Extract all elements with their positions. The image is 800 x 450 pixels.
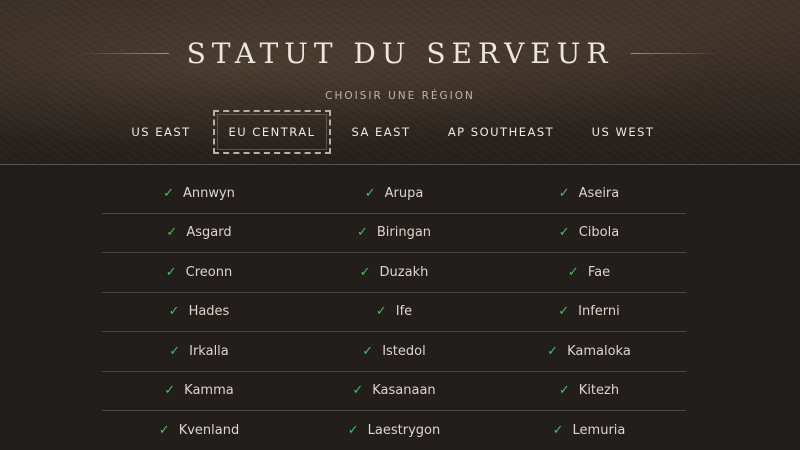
server-status-item: ✓ Kitezh xyxy=(492,372,686,410)
server-status-item: ✓ Annwyn xyxy=(102,174,296,212)
server-status-item: ✓ Laestrygon xyxy=(297,411,491,449)
check-icon: ✓ xyxy=(168,304,180,319)
server-name: Cibola xyxy=(578,225,620,240)
title-rule-left xyxy=(76,52,169,54)
title-bar: STATUT DU SERVEUR xyxy=(0,30,800,76)
region-picker-label: CHOISIR UNE RÉGION xyxy=(325,90,475,102)
server-name: Irkalla xyxy=(189,343,229,359)
server-name: Ife xyxy=(395,304,413,319)
check-icon: ✓ xyxy=(567,264,579,280)
title-rule-right xyxy=(631,52,724,54)
tab-us-east[interactable]: US EAST xyxy=(120,110,202,154)
server-status-item: ✓ Creonn xyxy=(102,253,296,291)
check-icon: ✓ xyxy=(163,185,174,201)
check-icon: ✓ xyxy=(347,422,359,438)
server-status-item: ✓ Duzakh xyxy=(297,253,491,291)
check-icon: ✓ xyxy=(558,383,570,398)
server-name: Kamaloka xyxy=(567,343,631,359)
check-icon: ✓ xyxy=(356,225,368,240)
server-status-item: ✓ Fae xyxy=(492,253,686,291)
tab-us-west[interactable]: US WEST xyxy=(582,110,664,154)
check-icon: ✓ xyxy=(558,304,570,319)
server-row: ✓ Kamma ✓ Kasanaan ✓ Kitezh xyxy=(102,372,686,411)
server-status-item: ✓ Kasanaan xyxy=(297,372,491,410)
server-name: Istedol xyxy=(382,343,426,359)
server-name: Hades xyxy=(188,304,230,319)
tab-ap-southeast[interactable]: AP SOUTHEAST xyxy=(440,110,562,154)
server-name: Arupa xyxy=(384,185,424,201)
check-icon: ✓ xyxy=(169,343,181,359)
check-icon: ✓ xyxy=(166,225,178,240)
server-status-item: ✓ Asgard xyxy=(102,214,296,252)
server-name: Biringan xyxy=(376,225,432,240)
check-icon: ✓ xyxy=(364,185,376,201)
server-status-item: ✓ Inferni xyxy=(492,293,686,331)
server-status-item: ✓ Irkalla xyxy=(102,332,296,370)
server-row: ✓ Asgard ✓ Biringan ✓ Cibola xyxy=(102,214,686,253)
server-status-item: ✓ Cibola xyxy=(492,214,686,252)
server-status-item: ✓ Biringan xyxy=(297,214,491,252)
check-icon: ✓ xyxy=(352,383,364,398)
server-name: Kasanaan xyxy=(372,383,436,398)
server-status-page: STATUT DU SERVEUR CHOISIR UNE RÉGION US … xyxy=(0,0,800,450)
page-title: STATUT DU SERVEUR xyxy=(186,36,614,70)
server-name: Lemuria xyxy=(572,422,626,438)
check-icon: ✓ xyxy=(362,343,374,359)
check-icon: ✓ xyxy=(547,343,559,359)
server-name: Kvenland xyxy=(178,422,240,438)
server-name: Kamma xyxy=(184,383,234,398)
server-row: ✓ Irkalla ✓ Istedol ✓ Kamaloka xyxy=(102,332,686,372)
server-row: ✓ Hades ✓ Ife ✓ Inferni xyxy=(102,293,686,332)
server-name: Fae xyxy=(587,264,611,280)
check-icon: ✓ xyxy=(359,264,371,280)
server-name: Aseira xyxy=(578,185,620,201)
server-list: ✓ Annwyn ✓ Arupa ✓ Aseira ✓ Asgard ✓ Biringan ✓ Cib… xyxy=(102,174,686,450)
server-name: Kitezh xyxy=(578,383,620,398)
tab-sa-east[interactable]: SA EAST xyxy=(342,110,420,154)
server-name: Duzakh xyxy=(379,264,429,280)
server-status-item: ✓ Hades xyxy=(102,293,296,331)
server-status-item: ✓ Istedol xyxy=(297,332,491,370)
server-status-item: ✓ Ife xyxy=(297,293,491,331)
server-name: Annwyn xyxy=(182,185,235,201)
server-name: Laestrygon xyxy=(367,422,441,438)
check-icon: ✓ xyxy=(558,185,570,201)
server-status-item: ✓ Aseira xyxy=(492,174,686,212)
server-name: Asgard xyxy=(186,225,232,240)
header-banner: STATUT DU SERVEUR CHOISIR UNE RÉGION US … xyxy=(0,0,800,165)
server-status-item: ✓ Kamaloka xyxy=(492,332,686,370)
check-icon: ✓ xyxy=(552,422,564,438)
server-row: ✓ Creonn ✓ Duzakh ✓ Fae xyxy=(102,253,686,293)
server-status-item: ✓ Kamma xyxy=(102,372,296,410)
check-icon: ✓ xyxy=(165,264,177,280)
check-icon: ✓ xyxy=(558,225,570,240)
tab-eu-central[interactable]: EU CENTRAL xyxy=(213,110,331,154)
server-status-item: ✓ Lemuria xyxy=(492,411,686,449)
check-icon: ✓ xyxy=(164,383,176,398)
server-status-item: ✓ Kvenland xyxy=(102,411,296,449)
server-status-item: ✓ Arupa xyxy=(297,174,491,212)
server-row: ✓ Kvenland ✓ Laestrygon ✓ Lemuria xyxy=(102,411,686,450)
region-tabs: US EAST EU CENTRAL SA EAST AP SOUTHEAST … xyxy=(0,110,800,154)
server-row: ✓ Annwyn ✓ Arupa ✓ Aseira xyxy=(102,174,686,214)
server-name: Inferni xyxy=(578,304,620,319)
check-icon: ✓ xyxy=(375,304,387,319)
server-name: Creonn xyxy=(185,264,233,280)
check-icon: ✓ xyxy=(158,422,170,438)
